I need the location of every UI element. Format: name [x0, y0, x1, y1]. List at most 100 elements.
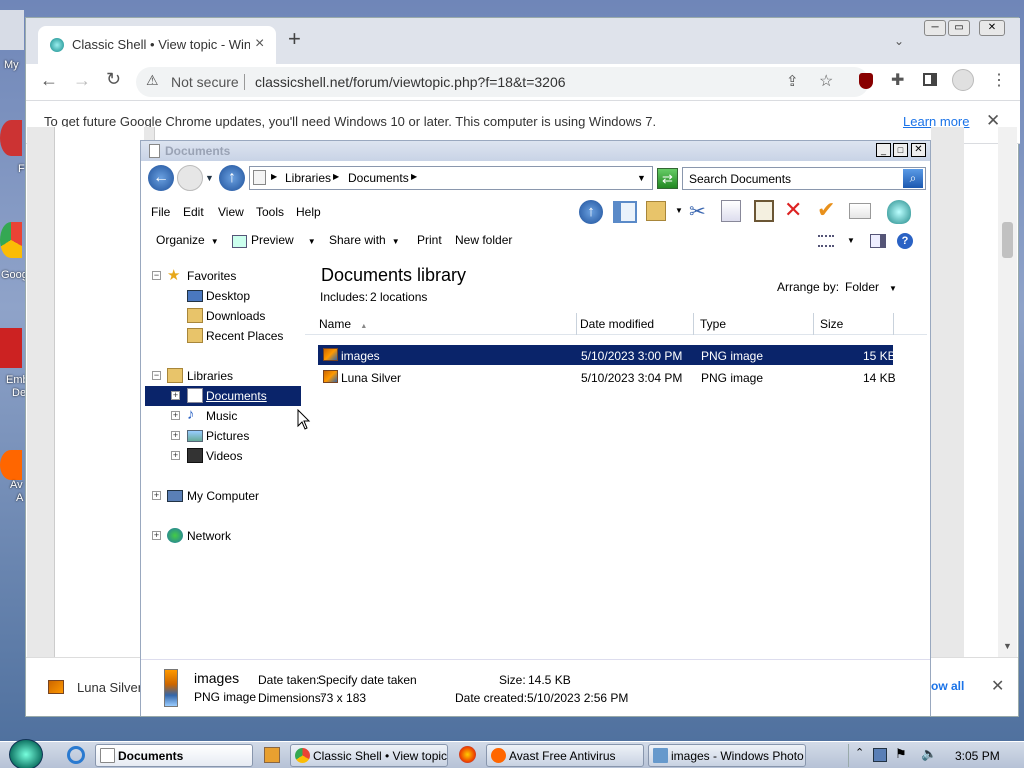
menu-tools[interactable]: Tools: [256, 205, 284, 219]
print-button[interactable]: Print: [417, 233, 442, 247]
taskbar-task-documents[interactable]: Documents: [95, 744, 253, 767]
show-all-link[interactable]: ow all: [931, 679, 964, 693]
menu-help[interactable]: Help: [296, 205, 321, 219]
classic-shell-icon[interactable]: [887, 200, 911, 224]
menu-edit[interactable]: Edit: [183, 205, 204, 219]
nav-music[interactable]: + ♪ Music: [145, 406, 301, 426]
up-arrow-icon[interactable]: ↑: [219, 165, 245, 191]
action-center-icon[interactable]: ⚑: [895, 746, 907, 762]
organize-button[interactable]: Organize ▼: [156, 233, 219, 247]
expand-icon[interactable]: +: [152, 491, 161, 500]
explorer-titlebar[interactable]: Documents _ □ ✕: [141, 141, 930, 161]
column-date-modified[interactable]: Date modified: [574, 313, 694, 335]
collapse-icon[interactable]: −: [152, 271, 161, 280]
refresh-icon[interactable]: ⇄: [657, 168, 678, 189]
search-icon[interactable]: ⌕: [903, 169, 923, 188]
breadcrumb-documents[interactable]: Documents: [348, 171, 409, 185]
network-tray-icon[interactable]: [873, 748, 887, 762]
explorer-maximize-button[interactable]: □: [893, 143, 908, 157]
firefox-icon[interactable]: [459, 746, 476, 763]
nav-network[interactable]: + Network: [145, 526, 301, 546]
ublock-icon[interactable]: [859, 73, 873, 89]
up-folder-icon[interactable]: ↑: [579, 200, 603, 224]
download-bar-close-icon[interactable]: ✕: [991, 676, 1004, 696]
nav-pictures[interactable]: + Pictures: [145, 426, 301, 446]
desktop-icon-computer[interactable]: [0, 10, 24, 50]
profile-avatar[interactable]: [952, 69, 974, 91]
explorer-close-button[interactable]: ✕: [911, 143, 926, 157]
share-with-button[interactable]: Share with ▼: [329, 233, 400, 247]
ie-icon[interactable]: [67, 746, 85, 764]
folders-pane-icon[interactable]: [613, 201, 637, 223]
clock[interactable]: 3:05 PM: [955, 749, 1000, 763]
date-taken-value[interactable]: Specify date taken: [318, 673, 417, 687]
maximize-button[interactable]: ▭: [948, 20, 970, 36]
nav-favorites[interactable]: − ★ Favorites: [145, 266, 301, 286]
extensions-icon[interactable]: ✚: [891, 70, 904, 90]
nav-documents[interactable]: + Documents: [145, 386, 301, 406]
tab-close-icon[interactable]: ×: [255, 35, 264, 53]
address-dropdown-icon[interactable]: ▼: [637, 173, 646, 183]
taskbar-task-photo-viewer[interactable]: images - Windows Photo ...: [648, 744, 806, 767]
taskbar-task-chrome[interactable]: Classic Shell • View topic ...: [290, 744, 448, 767]
view-options-icon[interactable]: [818, 235, 834, 247]
collapse-icon[interactable]: −: [152, 371, 161, 380]
expand-icon[interactable]: +: [152, 531, 161, 540]
side-panel-icon[interactable]: [923, 73, 937, 86]
nav-downloads[interactable]: Downloads: [145, 306, 301, 326]
menu-file[interactable]: File: [151, 205, 170, 219]
column-name[interactable]: Name ▲: [313, 313, 577, 335]
view-options-dropdown-icon[interactable]: ▼: [847, 236, 855, 245]
volume-icon[interactable]: 🔈: [921, 746, 937, 762]
email-icon[interactable]: [849, 203, 871, 219]
omnibox[interactable]: ⚠ Not secure classicshell.net/forum/view…: [136, 67, 869, 97]
breadcrumb-libraries[interactable]: Libraries: [285, 171, 331, 185]
expand-icon[interactable]: +: [171, 431, 180, 440]
breadcrumb-sep-icon[interactable]: ▶: [271, 172, 277, 181]
media-player-icon[interactable]: [264, 747, 280, 763]
menu-view[interactable]: View: [218, 205, 244, 219]
includes-locations-link[interactable]: 2 locations: [370, 290, 427, 304]
search-box[interactable]: Search Documents ⌕: [682, 167, 926, 190]
url-text[interactable]: classicshell.net/forum/viewtopic.php?f=1…: [255, 74, 566, 90]
browser-tab[interactable]: Classic Shell • View topic - Windo ×: [38, 26, 276, 64]
back-arrow-icon[interactable]: ←: [148, 165, 174, 191]
menu-kebab-icon[interactable]: ⋮: [991, 70, 1007, 90]
breadcrumb-sep-icon[interactable]: ▶: [411, 172, 417, 181]
taskbar-task-avast[interactable]: Avast Free Antivirus: [486, 744, 644, 767]
nav-libraries[interactable]: − Libraries: [145, 366, 301, 386]
forward-arrow-icon[interactable]: [177, 165, 203, 191]
explorer-minimize-button[interactable]: _: [876, 143, 891, 157]
nav-recent-places[interactable]: Recent Places: [145, 326, 301, 346]
file-row[interactable]: images 5/10/2023 3:00 PM PNG image 15 KB: [318, 345, 896, 365]
reload-icon[interactable]: ↻: [106, 69, 121, 90]
share-icon[interactable]: ⇪: [786, 72, 799, 90]
start-orb-icon[interactable]: [9, 739, 43, 768]
preview-pane-icon[interactable]: [870, 234, 886, 248]
help-icon[interactable]: ?: [897, 233, 913, 249]
minimize-button[interactable]: ─: [924, 20, 946, 36]
column-size[interactable]: Size: [814, 313, 894, 335]
properties-check-icon[interactable]: ✔: [817, 197, 835, 223]
expand-icon[interactable]: +: [171, 451, 180, 460]
page-scrollbar[interactable]: [998, 127, 1017, 657]
expand-icon[interactable]: +: [171, 391, 180, 400]
cut-icon[interactable]: ✂: [689, 199, 706, 224]
tab-search-icon[interactable]: ⌄: [894, 34, 904, 48]
back-icon[interactable]: ←: [40, 70, 58, 91]
column-type[interactable]: Type: [694, 313, 814, 335]
show-hidden-icons-icon[interactable]: ⌃: [855, 746, 864, 759]
expand-icon[interactable]: +: [171, 411, 180, 420]
nav-desktop[interactable]: Desktop: [145, 286, 301, 306]
new-folder-button[interactable]: New folder: [455, 233, 512, 247]
desktop-icon-embarcadero[interactable]: [0, 328, 22, 368]
paste-icon[interactable]: [754, 200, 774, 222]
bookmark-star-icon[interactable]: ☆: [819, 71, 833, 91]
desktop-icon-avast[interactable]: [0, 450, 22, 480]
copy-icon[interactable]: [721, 200, 741, 222]
nav-my-computer[interactable]: + My Computer: [145, 486, 301, 506]
new-tab-icon[interactable]: +: [288, 28, 301, 50]
scroll-down-icon[interactable]: ▼: [1003, 641, 1012, 651]
download-item-name[interactable]: Luna Silver: [77, 680, 142, 695]
address-bar[interactable]: ▶ Libraries ▶ Documents ▶ ▼: [249, 166, 653, 190]
